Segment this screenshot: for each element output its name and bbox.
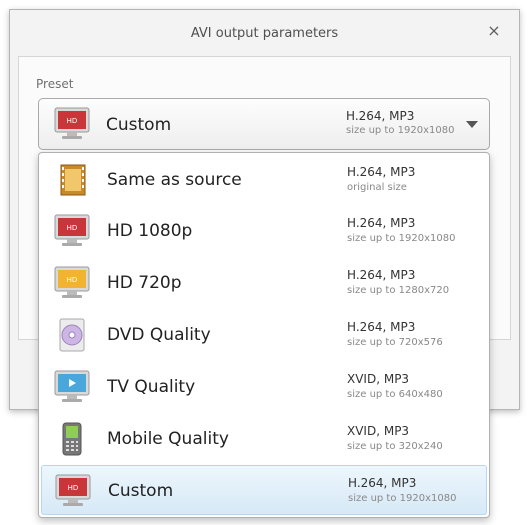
svg-text:HD: HD [67,276,78,284]
combo-selected-size: size up to 1920x1080 [346,125,455,136]
option-hd-720p[interactable]: HD HD 720p H.264, MP3 size up to 1280x72… [41,258,487,308]
option-hd-1080p[interactable]: HD HD 1080p H.264, MP3 size up to 1920x1… [41,206,487,256]
option-same-as-source[interactable]: Same as source H.264, MP3 original size [41,155,487,205]
option-size: size up to 1920x1080 [348,493,457,504]
option-custom[interactable]: HD Custom H.264, MP3 size up to 1920x108… [41,465,487,515]
hd-yellow-monitor-icon: HD [53,266,91,300]
option-name: Mobile Quality [107,429,229,449]
hd-red-monitor-icon: HD [53,214,91,248]
dialog-title: AVI output parameters [190,26,339,41]
svg-text:HD: HD [67,224,78,232]
option-size: size up to 720x576 [347,337,443,348]
option-dvd-quality[interactable]: DVD Quality H.264, MP3 size up to 720x57… [41,310,487,360]
close-icon[interactable]: × [486,23,502,39]
option-codec: XVID, MP3 [347,372,410,386]
svg-text:HD: HD [67,117,78,125]
chevron-down-icon[interactable] [466,121,478,128]
option-name: HD 720p [107,273,182,293]
option-name: DVD Quality [107,325,211,345]
hd-red-monitor-icon: HD [53,107,91,141]
hd-red-monitor-icon: HD [54,474,92,508]
option-mobile-quality[interactable]: Mobile Quality XVID, MP3 size up to 320x… [41,414,487,464]
mobile-phone-icon [53,422,91,456]
option-codec: H.264, MP3 [347,320,416,334]
option-name: HD 1080p [107,221,193,241]
preset-dropdown-list: Same as source H.264, MP3 original size … [38,152,490,518]
option-name: Custom [108,481,174,501]
option-tv-quality[interactable]: TV Quality XVID, MP3 size up to 640x480 [41,362,487,412]
preset-combobox[interactable]: HD Custom H.264, MP3 size up to 1920x108… [38,98,490,150]
option-codec: H.264, MP3 [347,216,416,230]
combo-selected-codec: H.264, MP3 [346,109,415,123]
option-name: Same as source [107,170,242,190]
combo-selected-name: Custom [106,115,172,135]
dvd-icon [53,318,91,352]
option-codec: XVID, MP3 [347,424,410,438]
option-size: size up to 1920x1080 [347,233,456,244]
film-strip-icon [53,163,91,197]
preset-label: Preset [36,77,74,91]
option-size: size up to 640x480 [347,389,443,400]
svg-text:HD: HD [68,484,79,492]
option-codec: H.264, MP3 [347,268,416,282]
option-size: size up to 320x240 [347,441,443,452]
option-codec: H.264, MP3 [347,165,416,179]
option-size: original size [347,182,407,193]
option-name: TV Quality [107,377,196,397]
tv-icon [53,370,91,404]
option-codec: H.264, MP3 [348,476,417,490]
option-size: size up to 1280x720 [347,285,450,296]
